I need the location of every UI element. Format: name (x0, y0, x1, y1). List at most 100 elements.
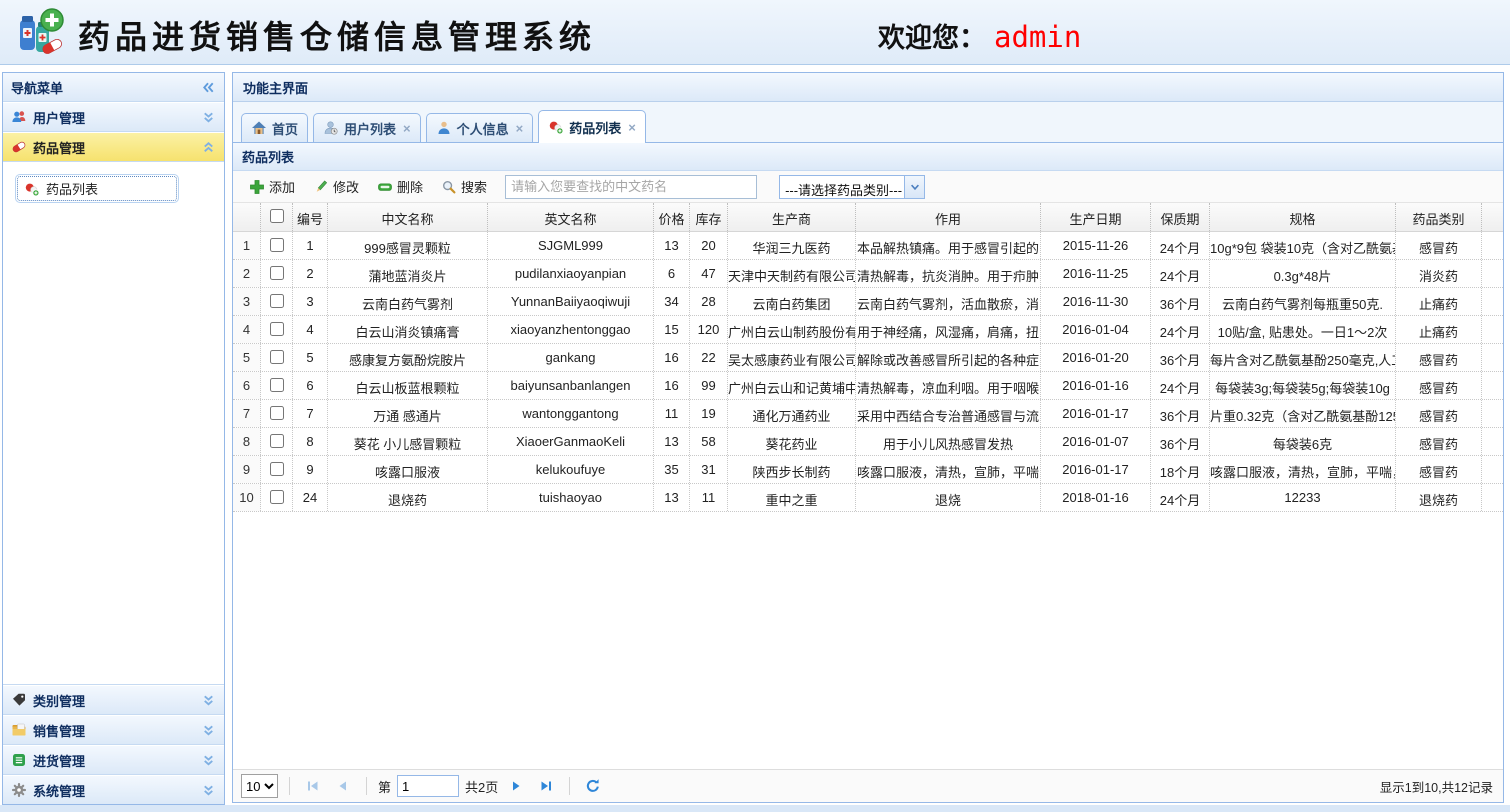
cell-cn-name: 感康复方氨酚烷胺片 (328, 344, 488, 371)
tab-user-list[interactable]: 用户列表 × (313, 113, 421, 142)
table-row[interactable]: 11999感冒灵颗粒SJGML9991320华润三九医药本品解热镇痛。用于感冒引… (233, 232, 1503, 260)
column-header: 英文名称 (488, 203, 654, 231)
cell-production-date: 2015-11-26 (1041, 232, 1151, 259)
cell-category: 感冒药 (1396, 456, 1482, 483)
table-row[interactable]: 33云南白药气雾剂YunnanBaiiyaoqiwuji3428云南白药集团云南… (233, 288, 1503, 316)
table-row[interactable]: 77万通 感通片wantonggantong1119通化万通药业采用中西结合专治… (233, 400, 1503, 428)
delete-button[interactable]: 删除 (369, 173, 431, 200)
cell-en-name: pudilanxiaoyanpian (488, 260, 654, 287)
cell-price: 13 (654, 484, 690, 511)
row-checkbox[interactable] (270, 434, 284, 448)
table-row[interactable]: 99咳露口服液kelukoufuye3531陕西步长制药咳露口服液，清热，宣肺，… (233, 456, 1503, 484)
tab-close-icon[interactable]: × (628, 121, 636, 134)
tab-profile[interactable]: 个人信息 × (426, 113, 534, 142)
search-button-label: 搜索 (461, 177, 487, 196)
table-row[interactable]: 22蒲地蓝消炎片pudilanxiaoyanpian647天津中天制药有限公司清… (233, 260, 1503, 288)
row-checkbox[interactable] (270, 378, 284, 392)
footer-strip (0, 805, 1510, 812)
row-checkbox[interactable] (270, 490, 284, 504)
tab-home[interactable]: 首页 (241, 113, 308, 142)
tab-drug-list[interactable]: 药品列表 × (538, 110, 646, 143)
pager-separator (289, 777, 290, 795)
collapse-sidebar-icon[interactable] (201, 80, 216, 95)
sidebar-panel-purchasing[interactable]: 进货管理 (3, 745, 224, 775)
datagrid-toolbar: 添加 修改 删除 (233, 171, 1503, 203)
sidebar-item-drug-list[interactable]: 药品列表 (15, 174, 179, 203)
table-row[interactable]: 1024退烧药tuishaoyao1311重中之重退烧2018-01-1624个… (233, 484, 1503, 512)
pager-bar: 10 第 共2页 (233, 769, 1503, 802)
delete-icon (377, 179, 393, 195)
cell-category: 感冒药 (1396, 344, 1482, 371)
pager-last-button[interactable] (534, 774, 558, 798)
cell-production-date: 2016-11-30 (1041, 288, 1151, 315)
pager-refresh-button[interactable] (581, 774, 605, 798)
table-row[interactable]: 44白云山消炎镇痛膏xiaoyanzhentonggao15120广州白云山制药… (233, 316, 1503, 344)
sidebar-panel-users[interactable]: 用户管理 (3, 102, 224, 132)
row-checkbox[interactable] (270, 266, 284, 280)
cell-shelf-life: 18个月 (1151, 456, 1210, 483)
row-filler (1482, 428, 1503, 455)
tab-close-icon[interactable]: × (516, 122, 524, 135)
row-filler (1482, 288, 1503, 315)
row-checkbox[interactable] (270, 294, 284, 308)
cell-en-name: gankang (488, 344, 654, 371)
sidebar-panel-drugs-content: 药品列表 (3, 162, 224, 685)
drug-category-select[interactable]: ---请选择药品类别--- (779, 175, 925, 199)
tab-close-icon[interactable]: × (403, 122, 411, 135)
pager-next-button[interactable] (504, 774, 528, 798)
row-checkbox[interactable] (270, 322, 284, 336)
row-number: 10 (233, 484, 261, 511)
edit-button[interactable]: 修改 (305, 173, 367, 200)
combo-arrow-button[interactable] (904, 176, 924, 198)
row-number: 9 (233, 456, 261, 483)
column-header: 中文名称 (328, 203, 488, 231)
gear-icon (11, 782, 27, 798)
row-number: 7 (233, 400, 261, 427)
table-row[interactable]: 55感康复方氨酚烷胺片gankang1622吴太感康药业有限公司解除或改善感冒所… (233, 344, 1503, 372)
sidebar-panel-system[interactable]: 系统管理 (3, 775, 224, 804)
table-row[interactable]: 88葵花 小儿感冒颗粒XiaoerGanmaoKeli1358葵花药业用于小儿风… (233, 428, 1503, 456)
main-panel: 功能主界面 首页 用户列表 × 个人信息 (232, 72, 1504, 803)
cell-effect: 用于小儿风热感冒发热 (856, 428, 1041, 455)
select-all-checkbox[interactable] (270, 209, 284, 223)
row-checkbox[interactable] (270, 350, 284, 364)
cell-production-date: 2016-01-04 (1041, 316, 1151, 343)
chevron-double-up-icon (201, 140, 216, 155)
cell-category: 感冒药 (1396, 232, 1482, 259)
cell-en-name: YunnanBaiiyaoqiwuji (488, 288, 654, 315)
search-button[interactable]: 搜索 (433, 173, 495, 200)
user-clock-icon (323, 120, 339, 136)
app-header: 药品进货销售仓储信息管理系统 欢迎您：admin (0, 0, 1510, 65)
cell-cn-name: 云南白药气雾剂 (328, 288, 488, 315)
row-filler (1482, 316, 1503, 343)
pill-add-icon (548, 119, 564, 135)
drug-name-search-input[interactable] (505, 175, 757, 199)
row-checkbox[interactable] (270, 406, 284, 420)
sidebar-panel-categories[interactable]: 类别管理 (3, 685, 224, 715)
sidebar-panel-drugs[interactable]: 药品管理 (3, 132, 224, 162)
chevron-double-down-icon (201, 723, 216, 738)
row-number: 4 (233, 316, 261, 343)
add-button[interactable]: 添加 (241, 173, 303, 200)
page-size-select[interactable]: 10 (241, 774, 278, 798)
pager-prev-button[interactable] (331, 774, 355, 798)
page-number-input[interactable] (397, 775, 459, 797)
table-row[interactable]: 66白云山板蓝根颗粒baiyunsanbanlangen1699广州白云山和记黄… (233, 372, 1503, 400)
sidebar-panel-sales[interactable]: 销售管理 (3, 715, 224, 745)
pager-first-button[interactable] (301, 774, 325, 798)
row-checkbox[interactable] (270, 462, 284, 476)
cell-category: 止痛药 (1396, 288, 1482, 315)
row-number: 1 (233, 232, 261, 259)
row-checkbox[interactable] (270, 238, 284, 252)
column-header: 药品类别 (1396, 203, 1482, 231)
row-select-cell (261, 288, 293, 315)
cell-stock: 28 (690, 288, 728, 315)
cell-manufacturer: 华润三九医药 (728, 232, 856, 259)
row-select-cell (261, 344, 293, 371)
app-title: 药品进货销售仓储信息管理系统 (78, 12, 596, 58)
cell-shelf-life: 24个月 (1151, 232, 1210, 259)
column-header: 生产商 (728, 203, 856, 231)
row-filler (1482, 372, 1503, 399)
row-select-cell (261, 316, 293, 343)
drug-list-panel-title: 药品列表 (242, 147, 294, 166)
